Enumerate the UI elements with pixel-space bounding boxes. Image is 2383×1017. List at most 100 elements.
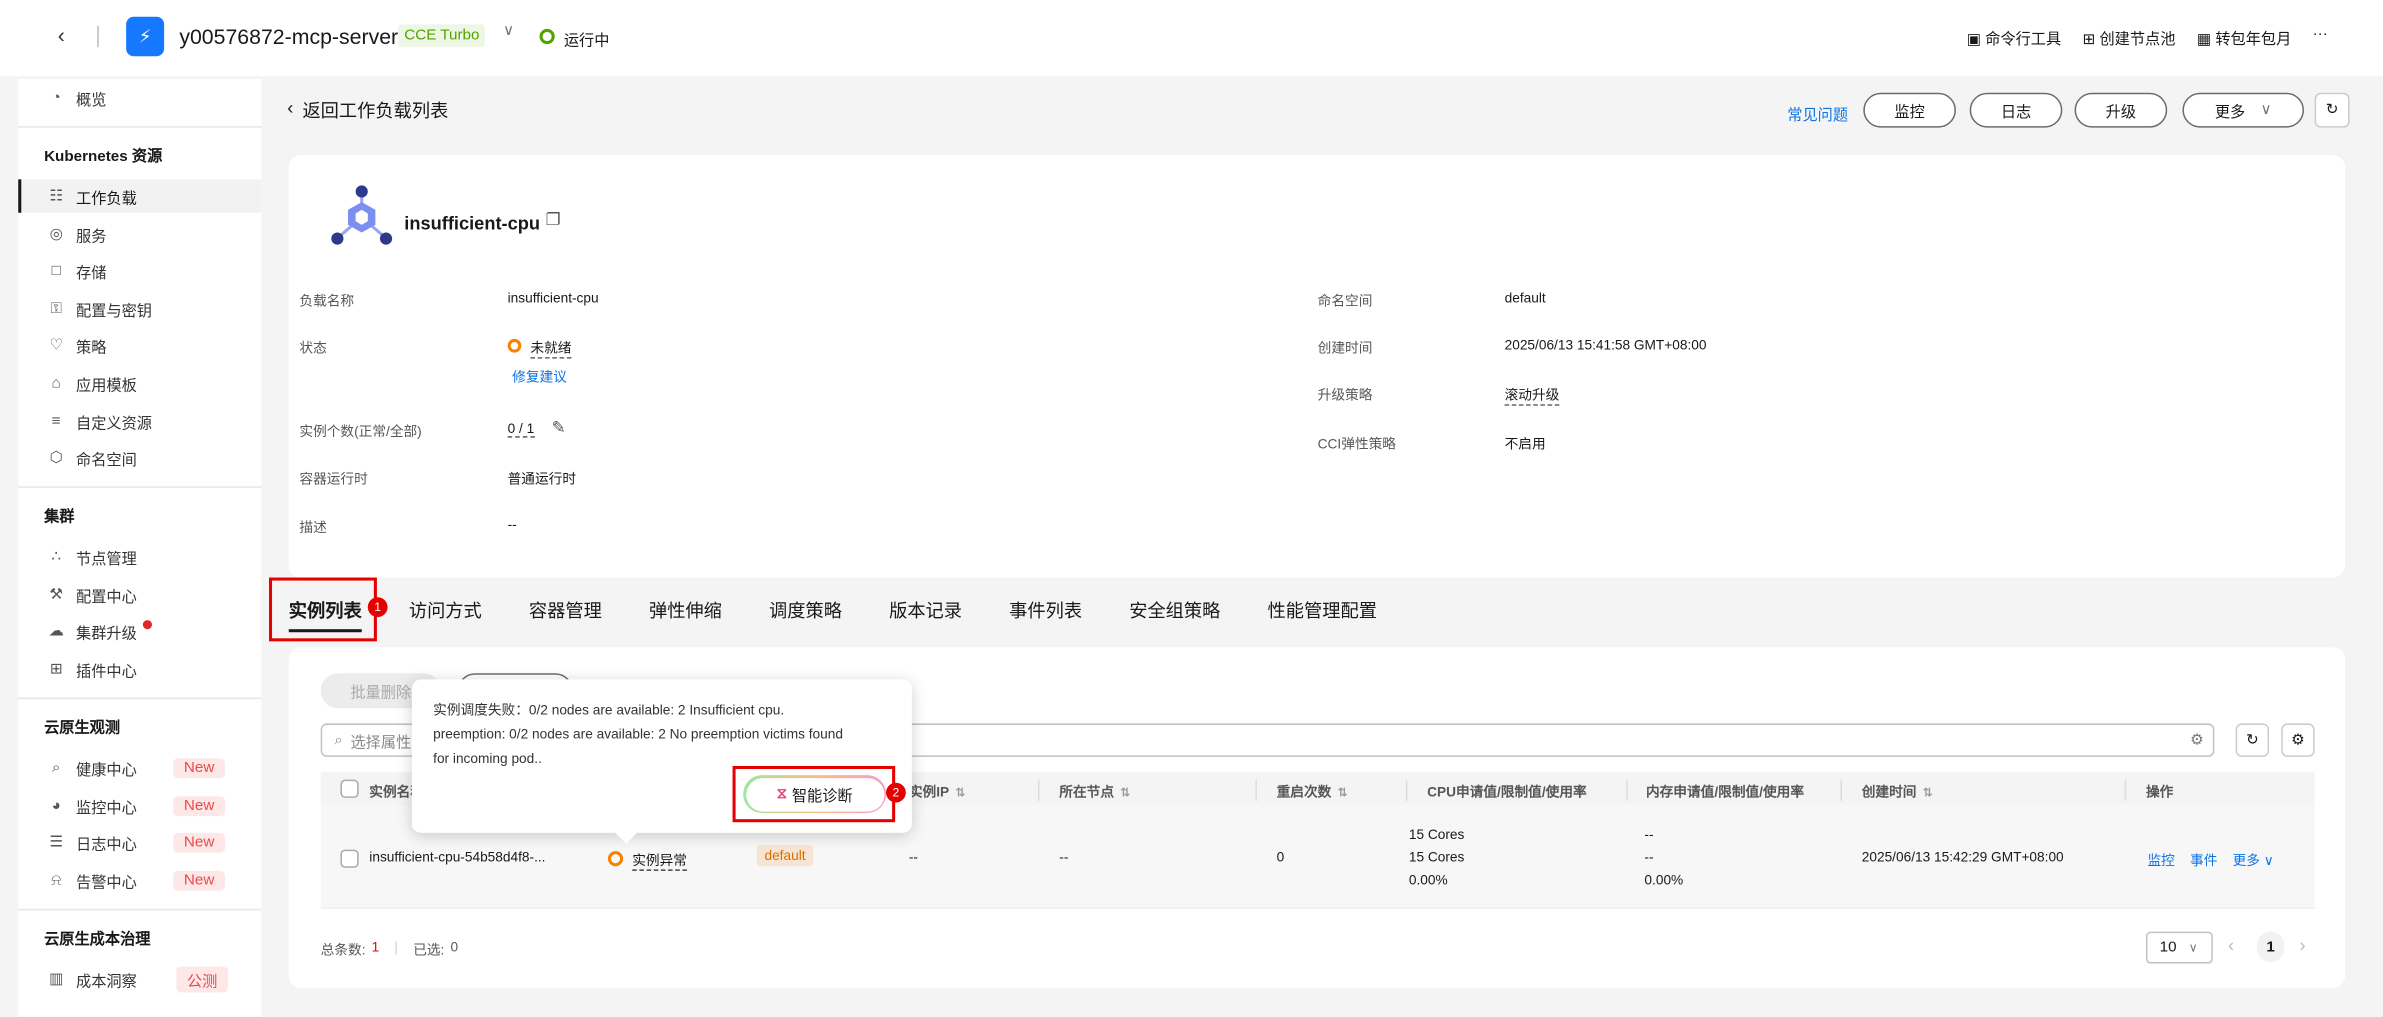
tab-access[interactable]: 访问方式 (409, 597, 482, 623)
new-badge: New (173, 795, 225, 816)
tab-containers[interactable]: 容器管理 (529, 597, 602, 623)
refresh-button[interactable]: ↻ (2314, 92, 2350, 128)
fix-suggestion-link[interactable]: 修复建议 (512, 366, 567, 386)
header-restarts-label: 重启次数 (1276, 784, 1332, 800)
highlight-box-2 (732, 765, 896, 823)
cube-icon: ⬡ (49, 449, 63, 466)
label-cci-policy: CCI弹性策略 (1317, 436, 1396, 452)
tab-security-groups[interactable]: 安全组策略 (1129, 597, 1220, 623)
edit-icon[interactable]: ✎ (552, 418, 566, 437)
more-button[interactable]: 更多 ∨ (2182, 92, 2305, 128)
faq-link[interactable]: 常见问题 (1787, 102, 1848, 125)
sidebar-item-overview[interactable]: ◔ 概览 (18, 81, 261, 114)
row-more-link[interactable]: 更多 ∨ (2233, 850, 2274, 870)
cell-mem-usage: 0.00% (1644, 872, 1684, 888)
label: 工作负载 (75, 190, 137, 208)
popover-message: 实例调度失败：0/2 nodes are available: 2 Insuff… (433, 698, 897, 771)
new-badge: New (173, 832, 225, 852)
sidebar-item-policy[interactable]: ♡ 策略 (18, 328, 261, 361)
settings-icon: ⚙ (2291, 731, 2305, 749)
tab-scheduling[interactable]: 调度策略 (769, 597, 842, 623)
sidebar-item-alarms[interactable]: ⍾ 告警中心 New (18, 863, 261, 896)
row-monitor-link[interactable]: 监控 (2147, 850, 2174, 870)
label: 配置与密钥 (75, 303, 152, 320)
page-1-button[interactable]: 1 (2256, 931, 2285, 963)
logs-button[interactable]: 日志 (1969, 92, 2063, 128)
label: 告警中心 (75, 874, 137, 892)
label-workload-name: 负载名称 (299, 293, 355, 309)
tab-scaling[interactable]: 弹性伸缩 (649, 597, 722, 623)
highlight-box-1 (269, 577, 377, 642)
selected-label: 已选: (413, 942, 445, 958)
section-cluster: 集群 (44, 509, 75, 526)
page-size-select[interactable]: 10 ∨ (2145, 931, 2213, 964)
row-events-link[interactable]: 事件 (2190, 850, 2217, 870)
divider: | (394, 939, 398, 955)
back-link[interactable]: ‹ 返回工作负载列表 (287, 97, 448, 123)
sidebar-item-config-secret[interactable]: ⚿ 配置与密钥 (18, 292, 261, 325)
sidebar-item-health[interactable]: ⌕ 健康中心 New (18, 751, 261, 784)
monitor-button[interactable]: 监控 (1863, 92, 1956, 128)
tab-events[interactable]: 事件列表 (1009, 597, 1082, 623)
chevron-down-icon: ∨ (2188, 940, 2198, 955)
cli-tool-button[interactable]: ▣ 命令行工具 (1967, 26, 2062, 49)
sidebar-item-cost-insight[interactable]: ▥ 成本洞察 公测 (18, 962, 261, 995)
select-all-checkbox[interactable] (340, 779, 359, 798)
convert-billing-button[interactable]: ▦ 转包年包月 (2197, 26, 2292, 49)
divider (2124, 779, 2127, 801)
tab-performance[interactable]: 性能管理配置 (1268, 597, 1377, 623)
sidebar-item-monitoring[interactable]: ◕ 监控中心 New (18, 789, 261, 822)
sidebar-item-logs[interactable]: ☰ 日志中心 New (18, 825, 261, 858)
sidebar-item-namespaces[interactable]: ⬡ 命名空间 (18, 441, 261, 474)
back-icon[interactable]: ‹ (58, 23, 65, 47)
chevron-down-icon: ∨ (2263, 852, 2274, 868)
refresh-list-button[interactable]: ↻ (2235, 723, 2270, 757)
sidebar-item-custom-resources[interactable]: ≡ 自定义资源 (18, 404, 261, 437)
label-description: 描述 (299, 519, 327, 535)
label: 概览 (75, 91, 107, 109)
divider (18, 697, 262, 700)
header-created[interactable]: 创建时间 ⇅ (1862, 781, 1933, 801)
nodes-icon: ∴ (51, 547, 62, 565)
label: 插件中心 (75, 663, 137, 681)
convert-billing-label: 转包年包月 (2215, 31, 2292, 49)
chart-icon: ▥ (49, 970, 64, 988)
gear-icon[interactable]: ⚙ (2190, 732, 2204, 749)
sidebar: ◔ 概览 Kubernetes 资源 ☷ 工作负载 ◎ 服务 □ 存储 ⚿ 配置与密钥 ♡… (18, 79, 262, 1017)
upgrade-button[interactable]: 升级 (2074, 92, 2168, 128)
cell-name[interactable]: insufficient-cpu-54b58d4f8-... (369, 850, 545, 865)
tab-versions[interactable]: 版本记录 (889, 597, 962, 623)
sidebar-item-service[interactable]: ◎ 服务 (18, 217, 261, 250)
cell-mem-limit: -- (1644, 849, 1654, 865)
prev-page-icon[interactable]: ‹ (2228, 935, 2234, 956)
value-runtime: 普通运行时 (507, 471, 577, 487)
sidebar-item-workload[interactable]: ☷ 工作负载 (18, 179, 262, 213)
next-page-icon[interactable]: › (2299, 935, 2305, 956)
sidebar-item-storage[interactable]: □ 存储 (18, 254, 261, 287)
value-namespace: default (1504, 290, 1546, 306)
storage-icon: □ (51, 262, 61, 279)
sidebar-item-config-center[interactable]: ⚒ 配置中心 (18, 578, 261, 611)
value-upgrade-strategy: 滚动升级 (1504, 385, 1560, 406)
label-namespace: 命名空间 (1317, 293, 1373, 309)
table-settings-button[interactable]: ⚙ (2281, 723, 2315, 757)
row-checkbox[interactable] (340, 849, 359, 868)
header-restarts[interactable]: 重启次数 ⇅ (1277, 781, 1348, 801)
header-ip[interactable]: 实例IP ⇅ (909, 781, 966, 801)
copy-icon[interactable]: ❐ (546, 210, 561, 229)
table-summary: 总条数: 1 | 已选: 0 (321, 939, 458, 959)
chevron-down-icon[interactable]: ∨ (503, 23, 514, 40)
cell-status[interactable]: 实例异常 (632, 850, 687, 871)
template-icon: ⌂ (51, 374, 61, 392)
sidebar-item-addons[interactable]: ⊞ 插件中心 (18, 652, 261, 685)
divider (18, 486, 262, 488)
sort-icon: ⇅ (1922, 785, 1933, 800)
more-icon[interactable]: ··· (2313, 26, 2328, 49)
header-node[interactable]: 所在节点 ⇅ (1059, 781, 1130, 801)
sidebar-item-cluster-upgrade[interactable]: ☁ 集群升级 (18, 614, 261, 647)
sidebar-item-templates[interactable]: ⌂ 应用模板 (18, 366, 261, 399)
header-ip-label: 实例IP (908, 784, 950, 800)
create-node-pool-button[interactable]: ⊞ 创建节点池 (2082, 26, 2175, 49)
globe-icon: ◎ (49, 225, 63, 243)
sidebar-item-nodes[interactable]: ∴ 节点管理 (18, 540, 261, 573)
